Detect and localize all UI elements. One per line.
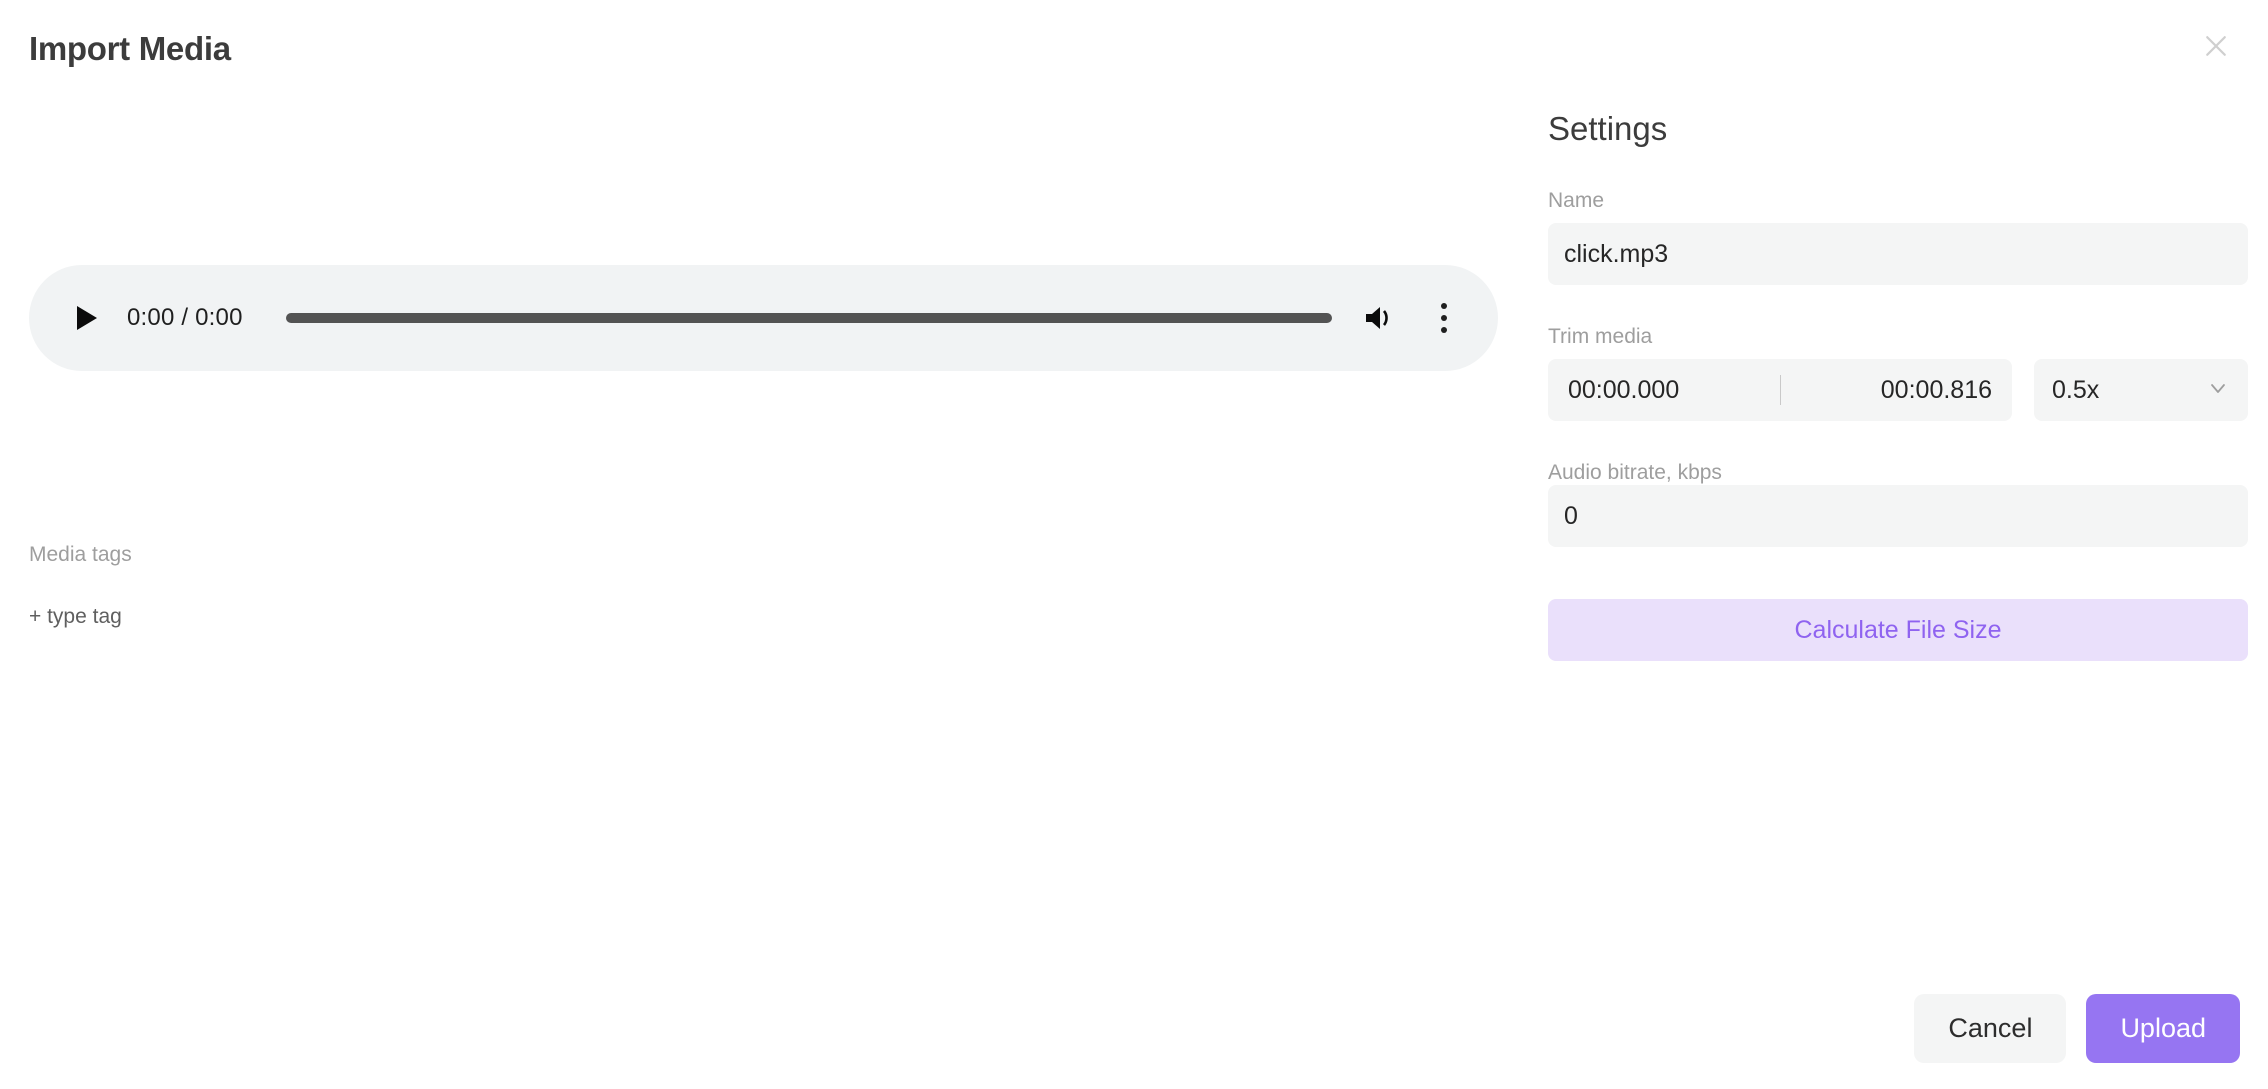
calculate-file-size-button[interactable]: Calculate File Size [1548, 599, 2248, 661]
player-progress-slider[interactable] [285, 313, 1332, 323]
trim-media-label: Trim media [1548, 325, 1653, 348]
audio-player[interactable]: 0:00 / 0:00 [29, 265, 1498, 371]
play-icon[interactable] [69, 300, 105, 336]
trim-range-group [1548, 359, 2012, 421]
trim-end-input[interactable] [1780, 360, 2012, 420]
chevron-down-icon [2206, 376, 2230, 405]
speed-select[interactable]: 0.5x [2034, 359, 2248, 421]
media-preview-pane: 0:00 / 0:00 Media tags + type tag [0, 0, 1540, 1089]
cancel-button[interactable]: Cancel [1914, 994, 2067, 1063]
settings-pane: Settings Name Trim media 00:00:00.816 Sp… [1548, 0, 2248, 1089]
name-label: Name [1548, 189, 1605, 212]
speed-value: 0.5x [2052, 375, 2100, 404]
add-tag-button[interactable]: + type tag [29, 605, 122, 629]
more-vertical-icon[interactable] [1424, 298, 1464, 338]
name-input[interactable] [1548, 223, 2248, 285]
player-time: 0:00 / 0:00 [127, 304, 243, 331]
media-tags-label: Media tags [29, 543, 132, 566]
import-media-dialog: Import Media 0:00 / 0:00 Media tags + ty… [0, 0, 2268, 1089]
volume-icon[interactable] [1360, 298, 1400, 338]
audio-bitrate-label: Audio bitrate, kbps [1548, 461, 1722, 484]
settings-title: Settings [1548, 110, 1668, 147]
dialog-footer: Cancel Upload [1914, 994, 2240, 1063]
audio-bitrate-input[interactable] [1548, 485, 2248, 547]
trim-start-input[interactable] [1548, 360, 1780, 420]
upload-button[interactable]: Upload [2086, 994, 2240, 1063]
